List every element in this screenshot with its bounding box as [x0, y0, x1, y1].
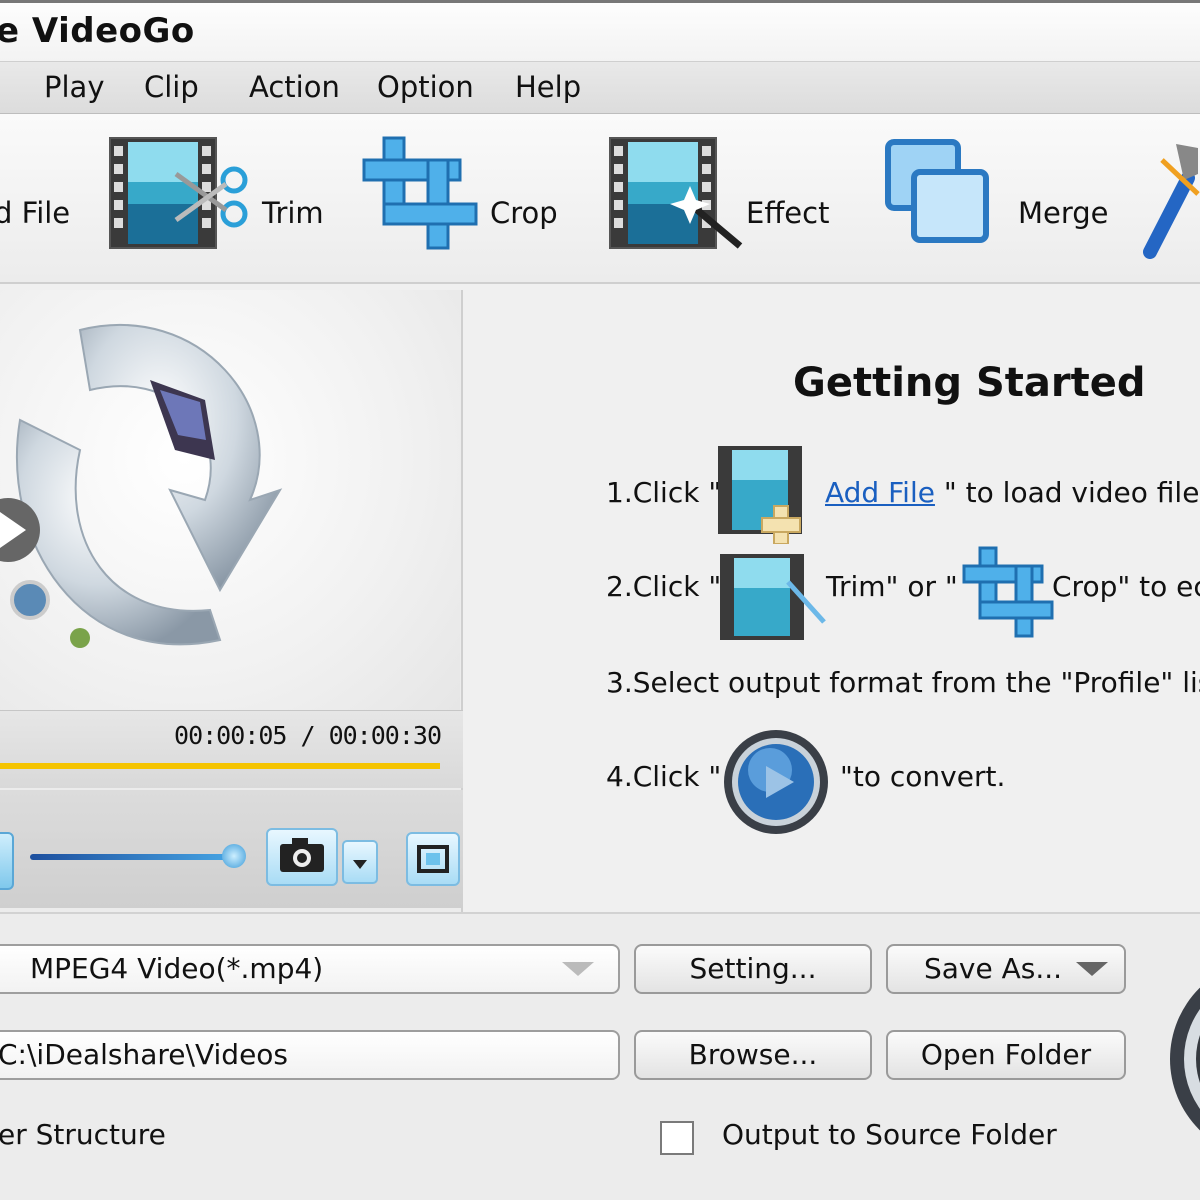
fullscreen-icon — [417, 845, 449, 873]
menu-clip[interactable]: Clip — [144, 70, 199, 104]
setting-button[interactable]: Setting... — [634, 944, 872, 994]
getting-started-panel: Getting Started 1.Click " Add File " to … — [470, 290, 1200, 912]
save-as-button[interactable]: Save As... — [886, 944, 1126, 994]
step-2-suffix: Crop" to ec — [1052, 570, 1200, 603]
volume-handle[interactable] — [222, 844, 246, 868]
step-4: 4.Click " — [606, 760, 721, 793]
app-logo-icon — [0, 324, 283, 648]
playback-controls — [0, 790, 463, 908]
profile-value: MPEG4 Video(*.mp4) — [30, 952, 324, 985]
step-1-rest: Add File " to load video file. — [825, 476, 1200, 509]
effect-button[interactable]: Effect — [606, 134, 846, 264]
toolbar: d File Trim Crop Effect Merge — [0, 114, 1200, 284]
open-folder-button[interactable]: Open Folder — [886, 1030, 1126, 1080]
step-3: 3.Select output format from the "Profile… — [606, 666, 1200, 699]
menu-help[interactable]: Help — [515, 70, 581, 104]
add-file-button[interactable]: d File — [0, 134, 90, 264]
trim-icon — [109, 137, 248, 249]
trim-small-icon — [720, 554, 826, 640]
crop-label: Crop — [490, 196, 558, 230]
output-source-checkbox[interactable] — [660, 1121, 694, 1155]
effect-label: Effect — [746, 196, 830, 230]
guide-title: Getting Started — [793, 360, 1146, 406]
menu-option[interactable]: Option — [377, 70, 474, 104]
step-2-mid: Trim" or " — [826, 570, 958, 603]
effect-icon — [609, 137, 743, 249]
progress-track[interactable] — [0, 763, 440, 769]
volume-slider[interactable] — [30, 854, 240, 860]
play-button[interactable] — [0, 832, 14, 890]
save-as-label: Save As... — [924, 952, 1063, 985]
add-file-link[interactable]: Add File — [825, 476, 935, 509]
save-as-arrow-icon — [1076, 962, 1108, 976]
snapshot-button[interactable] — [266, 828, 338, 886]
merge-button[interactable]: Merge — [882, 134, 1112, 264]
crop-button[interactable]: Crop — [360, 134, 570, 264]
convert-button[interactable] — [1160, 974, 1200, 1144]
chevron-down-icon — [353, 860, 367, 869]
menu-action[interactable]: Action — [249, 70, 340, 104]
step-1-prefix: 1.Click " — [606, 476, 722, 509]
trim-button[interactable]: Trim — [106, 134, 336, 264]
merge-icon — [885, 139, 989, 243]
menu-bar: Play Clip Action Option Help — [0, 62, 1200, 114]
preview-screen — [0, 290, 460, 710]
step-4-suffix: "to convert. — [840, 760, 1006, 793]
output-source-label: Output to Source Folder — [722, 1118, 1057, 1151]
step-4-prefix: 4.Click " — [606, 760, 722, 793]
output-panel: MPEG4 Video(*.mp4) Setting... Save As...… — [0, 912, 1200, 1200]
menu-play[interactable]: Play — [44, 70, 104, 104]
step-2-prefix: 2.Click " — [606, 570, 722, 603]
crop-small-icon — [962, 546, 1054, 638]
preview-pane: 00:00:05 / 00:00:30 — [0, 290, 463, 912]
title-bar: e VideoGo — [0, 0, 1200, 62]
add-file-small-icon — [718, 446, 802, 544]
step-1: 1.Click " — [606, 476, 721, 509]
step-1-suffix: " to load video file. — [943, 476, 1200, 509]
step-2: 2.Click " — [606, 570, 721, 603]
progress-fill — [0, 763, 74, 769]
tools-icon — [1143, 144, 1200, 259]
fullscreen-button[interactable] — [406, 832, 460, 886]
snapshot-dropdown[interactable] — [342, 840, 378, 884]
window-title: e VideoGo — [0, 11, 195, 51]
crop-icon — [362, 136, 478, 250]
output-folder-input[interactable]: C:\iDealshare\Videos — [0, 1030, 620, 1080]
browse-button[interactable]: Browse... — [634, 1030, 872, 1080]
time-readout: 00:00:05 / 00:00:30 — [174, 721, 442, 750]
tools-button[interactable] — [1140, 134, 1200, 264]
merge-label: Merge — [1018, 196, 1109, 230]
folder-structure-label[interactable]: er Structure — [0, 1118, 166, 1151]
profile-dropdown-arrow-icon — [562, 962, 594, 976]
camera-icon — [280, 838, 324, 872]
profile-select[interactable]: MPEG4 Video(*.mp4) — [0, 944, 620, 994]
trim-label: Trim — [262, 196, 324, 230]
add-file-label: d File — [0, 196, 71, 230]
time-bar: 00:00:05 / 00:00:30 — [0, 710, 463, 788]
convert-small-icon — [724, 730, 828, 834]
